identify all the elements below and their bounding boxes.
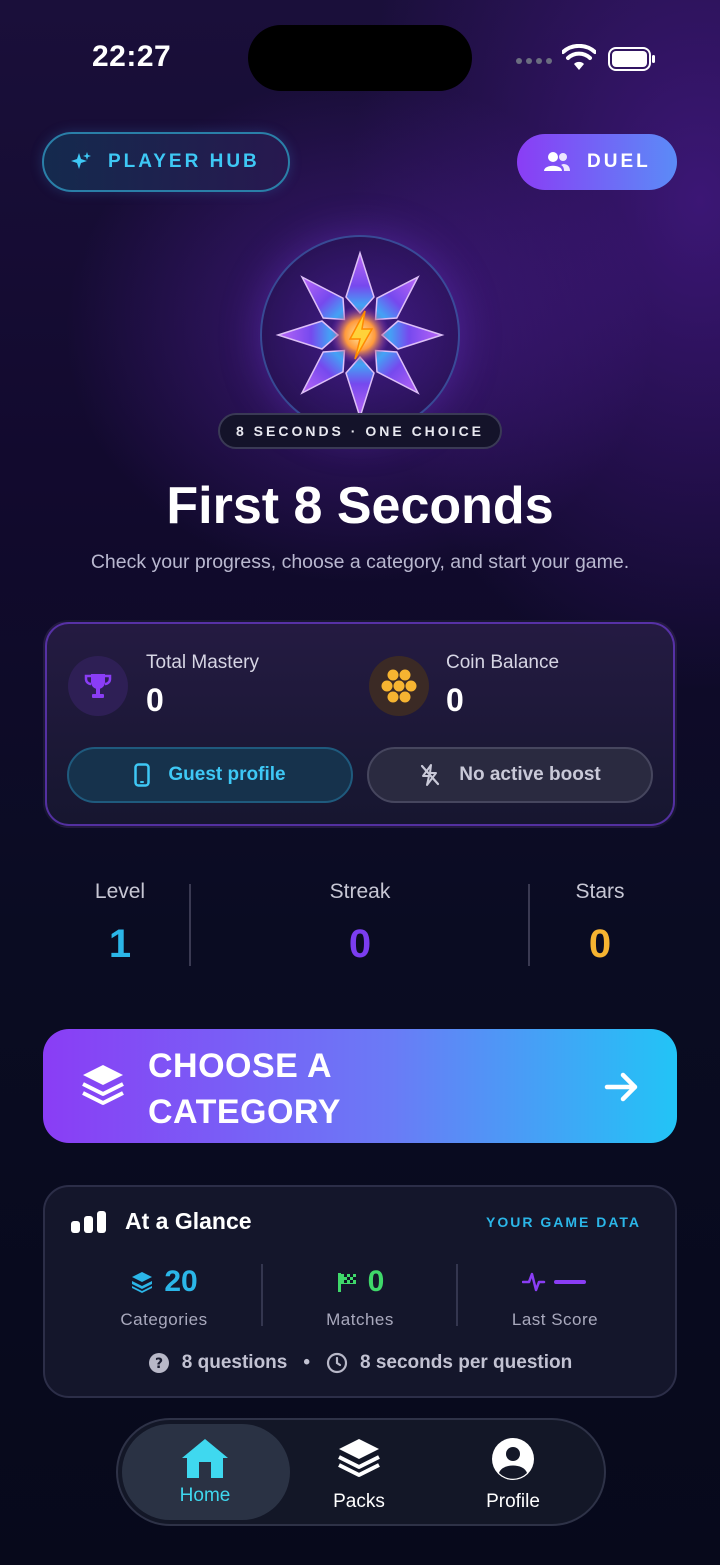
tab-home[interactable]: Home <box>125 1436 285 1507</box>
guest-profile-label: Guest profile <box>168 764 286 785</box>
tab-home-label: Home <box>179 1485 231 1506</box>
bolt-off-icon <box>421 764 440 786</box>
matches-label: Matches <box>326 1310 394 1329</box>
timer-icon <box>326 1352 348 1374</box>
cta-line-1: CHOOSE A <box>148 1047 333 1085</box>
choose-category-button[interactable] <box>43 1029 677 1143</box>
duel-button[interactable]: DUEL <box>517 134 677 190</box>
stars-label: Stars <box>575 880 625 903</box>
layers-icon <box>82 1065 124 1105</box>
meta-separator: • <box>303 1352 310 1373</box>
tagline-pill: 8 SECONDS · ONE CHOICE <box>218 413 502 449</box>
glance-tag: YOUR GAME DATA <box>486 1214 642 1230</box>
svg-text:?: ? <box>155 1356 163 1372</box>
last-score-label: Last Score <box>511 1310 599 1329</box>
total-mastery-label: Total Mastery <box>146 652 259 673</box>
level-stat: Level 1 <box>0 880 240 967</box>
game-rules-row: ? 8 questions • 8 seconds per question <box>0 1352 720 1374</box>
guest-profile-pill[interactable]: Guest profile <box>67 747 353 803</box>
question-circle-icon: ? <box>148 1353 169 1373</box>
boost-status-pill[interactable]: No active boost <box>367 747 653 803</box>
coin-balance-label: Coin Balance <box>446 652 560 673</box>
stat-divider <box>189 884 191 966</box>
sparkle-icon <box>71 152 91 169</box>
choose-category-label: CHOOSE A CATEGORY <box>148 1043 341 1135</box>
page-subtitle: Check your progress, choose a category, … <box>90 551 630 573</box>
coins-icon <box>369 656 429 716</box>
streak-value: 0 <box>348 922 372 966</box>
categories-value: 20 <box>164 1265 198 1298</box>
categories-stat: 20 Categories <box>66 1264 262 1330</box>
player-hub-button[interactable]: PLAYER HUB <box>42 132 290 192</box>
boost-status-label: No active boost <box>459 764 601 785</box>
pulse-icon <box>522 1272 586 1292</box>
trophy-icon <box>68 656 128 716</box>
users-icon <box>544 152 570 171</box>
level-label: Level <box>94 880 146 903</box>
tab-profile-label: Profile <box>486 1491 540 1512</box>
stars-stat: Stars 0 <box>480 880 720 967</box>
layers-icon <box>338 1439 380 1477</box>
battery-icon <box>608 47 655 71</box>
dynamic-island <box>248 25 472 91</box>
cellular-signal-icon <box>516 58 552 64</box>
streak-stat: Streak 0 <box>240 880 480 967</box>
stack-icon <box>132 1272 153 1293</box>
questions-count-text: 8 questions <box>181 1352 288 1373</box>
tagline-text: 8 SECONDS · ONE CHOICE <box>235 423 485 439</box>
lightning-crystal-emblem-icon <box>275 250 445 420</box>
wifi-icon <box>562 44 596 70</box>
checkered-flag-icon <box>337 1273 356 1292</box>
tab-packs[interactable]: Packs <box>279 1436 439 1513</box>
tab-profile[interactable]: Profile <box>433 1436 593 1513</box>
stars-value: 0 <box>588 922 612 966</box>
matches-value: 0 <box>367 1265 385 1298</box>
level-value: 1 <box>108 922 132 966</box>
player-hub-label: PLAYER HUB <box>108 151 260 172</box>
user-circle-icon <box>492 1438 534 1480</box>
page-title: First 8 Seconds <box>166 477 554 535</box>
last-score-stat: Last Score <box>457 1264 653 1330</box>
home-icon <box>182 1439 228 1478</box>
tab-packs-label: Packs <box>333 1491 385 1512</box>
categories-label: Categories <box>120 1310 208 1329</box>
coin-balance-value: 0 <box>446 682 464 718</box>
cta-line-2: CATEGORY <box>148 1093 341 1131</box>
total-mastery-value: 0 <box>146 682 164 718</box>
streak-label: Streak <box>329 880 391 903</box>
bar-chart-icon <box>71 1211 106 1233</box>
duel-label: DUEL <box>587 151 651 172</box>
arrow-right-icon <box>604 1072 638 1102</box>
phone-icon <box>134 763 151 787</box>
matches-stat: 0 Matches <box>262 1264 458 1330</box>
seconds-per-question-text: 8 seconds per question <box>360 1352 573 1373</box>
glance-title: At a Glance <box>125 1208 252 1234</box>
status-time: 22:27 <box>92 40 172 73</box>
